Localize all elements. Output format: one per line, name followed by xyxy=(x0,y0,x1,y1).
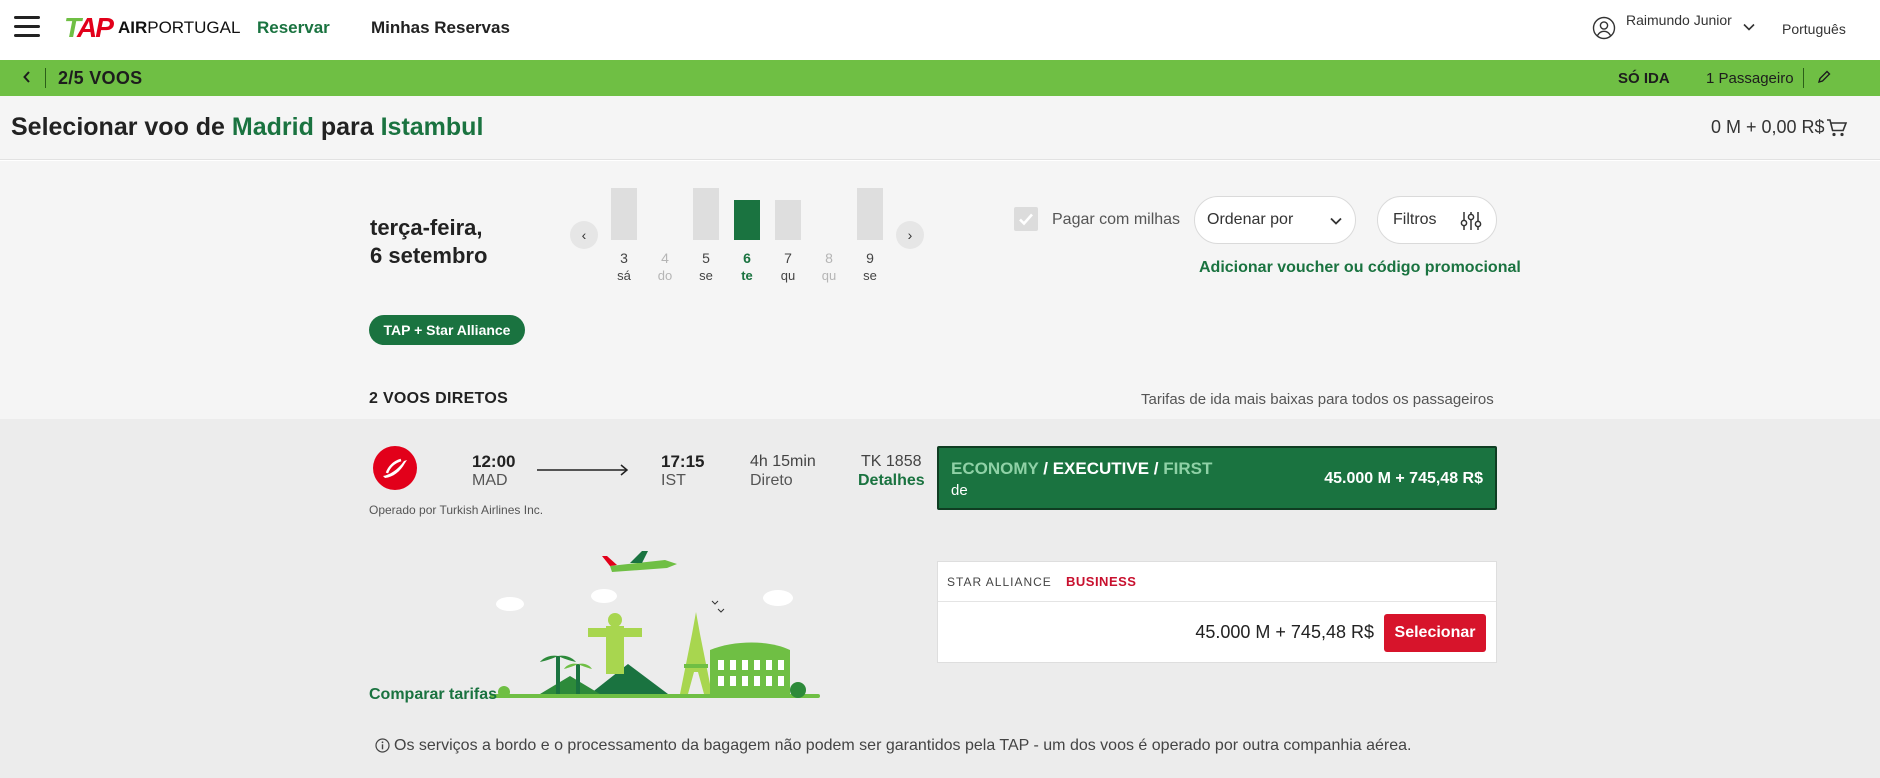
business-class-label: BUSINESS xyxy=(1066,574,1137,589)
day-weekday: se xyxy=(863,268,877,283)
origin-city: Madrid xyxy=(231,113,314,141)
search-filters xyxy=(0,161,1880,419)
day-weekday: sá xyxy=(617,268,631,283)
page-title: Selecionar voo de Madrid para Istambul xyxy=(11,113,484,141)
language-selector[interactable]: Português xyxy=(1782,21,1846,37)
title-bar: Selecionar voo de Madrid para Istambul 0… xyxy=(0,96,1880,160)
departure-time: 12:00 xyxy=(472,452,516,471)
day-price-bar[interactable] xyxy=(857,188,883,240)
flight-number: TK 1858 xyxy=(861,453,922,470)
day-number: 7 xyxy=(784,250,792,266)
user-name[interactable]: Raimundo Junior xyxy=(1626,12,1732,28)
turkish-airlines-logo xyxy=(373,446,417,490)
star-alliance-label: STAR ALLIANCE xyxy=(947,575,1052,589)
info-icon xyxy=(375,738,390,753)
step-counter: 2/5 VOOS xyxy=(58,68,143,88)
sort-label: Ordenar por xyxy=(1207,211,1294,228)
day-price-bar[interactable] xyxy=(693,188,719,240)
fare-price: 45.000 M + 745,48 R$ xyxy=(1324,470,1483,487)
business-fare-header: STAR ALLIANCE BUSINESS xyxy=(938,562,1496,602)
lowest-fares-note: Tarifas de ida mais baixas para todos os… xyxy=(1141,391,1494,408)
cart-icon[interactable] xyxy=(1826,117,1848,139)
select-button[interactable]: Selecionar xyxy=(1384,614,1486,652)
pencil-icon[interactable] xyxy=(1816,69,1832,85)
chevron-left-icon[interactable] xyxy=(22,69,32,90)
calendar-prev-button[interactable]: ‹ xyxy=(570,221,598,249)
trip-type[interactable]: SÓ IDA xyxy=(1618,70,1670,87)
operator-notice: Os serviços a bordo e o processamento da… xyxy=(394,737,1412,754)
day-number: 4 xyxy=(661,250,669,266)
flight-stops: Direto xyxy=(750,472,793,489)
filters-label: Filtros xyxy=(1393,211,1437,228)
selected-date: terça-feira, 6 setembro xyxy=(370,215,488,268)
arrival-time: 17:15 xyxy=(661,452,705,471)
add-voucher-link[interactable]: Adicionar voucher ou código promocional xyxy=(1199,259,1521,277)
fare-classes: ECONOMY / EXECUTIVE / FIRST xyxy=(951,459,1213,478)
business-fare-card: STAR ALLIANCE BUSINESS 45.000 M + 745,48… xyxy=(937,561,1497,663)
chevron-down-icon[interactable] xyxy=(1742,20,1756,34)
sort-dropdown[interactable]: Ordenar por xyxy=(1194,196,1356,244)
day-number: 9 xyxy=(866,250,874,266)
day-weekday: do xyxy=(657,268,673,283)
sliders-icon xyxy=(1460,212,1482,230)
pay-with-miles-checkbox[interactable] xyxy=(1014,207,1038,231)
landmarks-illustration xyxy=(490,551,820,698)
flight-duration: 4h 15min xyxy=(750,453,816,470)
step-bar: 2/5 VOOS SÓ IDA 1 Passageiro xyxy=(0,60,1880,96)
pay-with-miles-label[interactable]: Pagar com milhas xyxy=(1052,211,1180,229)
filters-button[interactable]: Filtros xyxy=(1377,196,1497,244)
departure-airport: MAD xyxy=(472,472,508,489)
calendar-next-button[interactable]: › xyxy=(896,221,924,249)
day-number: 8 xyxy=(825,250,833,266)
nav-link-reservar[interactable]: Reservar xyxy=(257,18,330,38)
arrow-right-icon xyxy=(537,464,629,476)
results-count: 2 VOOS DIRETOS xyxy=(369,390,509,407)
logo-text: AIRPORTUGAL xyxy=(117,18,241,37)
nav-link-minhas-reservas[interactable]: Minhas Reservas xyxy=(371,18,510,38)
arrival-airport: IST xyxy=(661,472,686,489)
logo-mark: TAP xyxy=(64,12,114,43)
day-weekday: se xyxy=(699,268,713,283)
day-number: 6 xyxy=(743,250,751,266)
cart-total[interactable]: 0 M + 0,00 R$ xyxy=(1711,117,1825,138)
day-weekday: te xyxy=(741,268,753,283)
destination-city: Istambul xyxy=(380,113,484,141)
business-fare-price: 45.000 M + 745,48 R$ xyxy=(1195,622,1374,642)
flight-details-link[interactable]: Detalhes xyxy=(858,472,925,490)
compare-fares-link[interactable]: Comparar tarifas xyxy=(369,686,497,704)
tap-logo[interactable]: TAP AIRPORTUGAL xyxy=(64,12,241,43)
operated-by: Operado por Turkish Airlines Inc. xyxy=(369,503,544,517)
fare-class-selector[interactable]: ECONOMY / EXECUTIVE / FIRST de 45.000 M … xyxy=(937,446,1497,510)
day-price-bar[interactable] xyxy=(775,200,801,240)
day-number: 5 xyxy=(702,250,710,266)
passenger-count[interactable]: 1 Passageiro xyxy=(1706,70,1794,87)
top-navigation: TAP AIRPORTUGAL Reservar Minhas Reservas… xyxy=(0,0,1880,58)
fare-from-label: de xyxy=(951,482,968,499)
day-weekday: qu xyxy=(821,268,837,283)
divider xyxy=(45,68,46,88)
day-weekday: qu xyxy=(780,268,796,283)
user-icon[interactable] xyxy=(1592,16,1616,40)
day-number: 3 xyxy=(620,250,628,266)
alliance-filter-tag[interactable]: TAP + Star Alliance xyxy=(369,315,525,345)
day-price-bar[interactable] xyxy=(734,200,760,240)
day-price-bar[interactable] xyxy=(611,188,637,240)
menu-icon[interactable] xyxy=(14,16,40,38)
divider xyxy=(1803,68,1804,88)
chevron-down-icon xyxy=(1330,217,1342,225)
